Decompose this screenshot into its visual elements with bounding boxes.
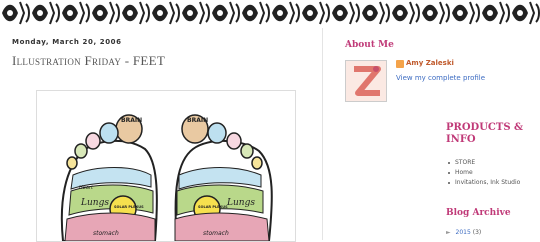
stomach-label-right: stomach [203, 230, 229, 237]
left-foot-drawing: BRAIN Heart Lungs SOLAR PLEXUS stomach [60, 114, 158, 241]
solar-plexus-label-left: SOLAR PLEXUS [114, 205, 144, 209]
lungs-label-left: Lungs [80, 198, 109, 208]
invitations-link[interactable]: Invitations, Ink Studio [446, 178, 520, 188]
products-links-list: STORE Home Invitations, Ink Studio [446, 158, 520, 188]
store-link[interactable]: STORE [446, 158, 520, 168]
expand-toggle-icon[interactable]: ► [446, 229, 451, 236]
heart-label: Heart [79, 185, 94, 191]
archive-count: (3) [472, 229, 482, 236]
archive-year-link[interactable]: 2015 [456, 229, 471, 236]
view-profile-link[interactable]: View my complete profile [396, 74, 485, 82]
damask-pattern [0, 0, 540, 26]
sidebar-divider [322, 28, 323, 240]
author-name-link[interactable]: Amy Zaleski [406, 59, 454, 67]
profile-avatar[interactable] [345, 60, 387, 102]
home-link[interactable]: Home [446, 168, 520, 178]
blogger-profile-icon [396, 60, 404, 68]
about-me-heading: About Me [345, 40, 394, 50]
products-info-heading: PRODUCTS & INFO [446, 122, 524, 145]
solar-plexus-label-right: SOLAR PLEXUS [198, 205, 228, 209]
right-foot-drawing: BRAIN Lungs SOLAR PLEXUS stomach [174, 114, 273, 241]
header-banner [0, 0, 540, 26]
brain-label-right: BRAIN [187, 117, 208, 124]
archive-year-row[interactable]: ► 2015 (3) [446, 229, 481, 236]
lungs-label-right: Lungs [226, 198, 255, 208]
post-title[interactable]: Illustration Friday - FEET [12, 53, 165, 69]
stomach-label-left: stomach [93, 230, 119, 237]
post-date: Monday, March 20, 2006 [12, 38, 122, 46]
feet-reflexology-illustration[interactable]: BRAIN Heart Lungs SOLAR PLEXUS stomach B… [36, 90, 296, 242]
brain-label: BRAIN [121, 117, 142, 124]
blog-archive-heading: Blog Archive [446, 208, 511, 218]
